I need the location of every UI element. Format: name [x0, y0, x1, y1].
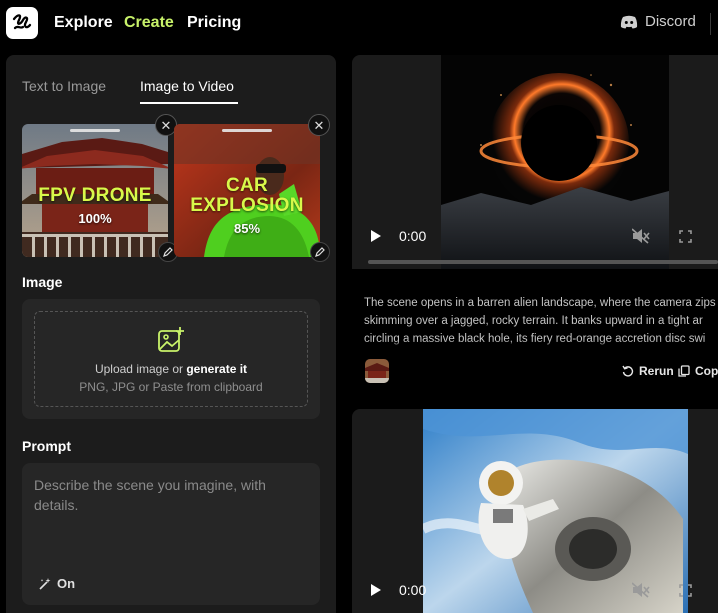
drag-handle[interactable]: [222, 129, 272, 132]
fullscreen-icon[interactable]: [679, 584, 692, 597]
copy-label: Copy: [695, 364, 718, 378]
video-player[interactable]: 0:00: [352, 409, 718, 613]
video-time: 0:00: [399, 228, 427, 244]
upload-instruction-text: Upload image or: [94, 362, 187, 376]
edit-preset-button[interactable]: [310, 242, 330, 262]
rerun-label: Rerun: [639, 364, 674, 378]
pencil-icon: [315, 247, 325, 257]
logo-icon: [12, 14, 32, 30]
play-icon[interactable]: [370, 583, 382, 597]
description-line: The scene opens in a barren alien landsc…: [364, 297, 716, 309]
upload-dropzone[interactable]: Upload image or generate it PNG, JPG or …: [34, 311, 308, 407]
close-icon: ✕: [313, 117, 325, 133]
image-upload-area[interactable]: Upload image or generate it PNG, JPG or …: [22, 299, 320, 419]
video-time: 0:00: [399, 582, 427, 598]
video-player[interactable]: 0:00: [352, 55, 718, 269]
prompt-input[interactable]: Describe the scene you imagine, with det…: [22, 463, 320, 605]
active-tab-indicator: [140, 102, 238, 104]
nav-create[interactable]: Create: [124, 14, 174, 32]
copy-icon: [678, 365, 690, 377]
thumbnail-pagoda-image: [365, 359, 389, 383]
discord-link[interactable]: Discord: [620, 13, 696, 30]
preset-percent: 85%: [233, 221, 261, 236]
source-image-thumbnail[interactable]: [365, 359, 389, 383]
upload-formats-hint: PNG, JPG or Paste from clipboard: [79, 380, 263, 394]
nav-divider: [710, 13, 711, 35]
discord-label: Discord: [645, 13, 696, 30]
add-image-icon: [158, 327, 184, 352]
close-icon: ✕: [160, 117, 172, 133]
image-section-label: Image: [22, 274, 63, 290]
preset-title-line2: EXPLOSION: [190, 195, 304, 216]
app-logo[interactable]: [6, 7, 38, 39]
upload-instruction: Upload image or generate it: [35, 362, 307, 376]
nav-explore[interactable]: Explore: [54, 14, 113, 32]
preset-title-line1: CAR: [225, 175, 269, 196]
rerun-button[interactable]: Rerun: [622, 364, 674, 378]
preset-title: FPV DRONE: [38, 185, 152, 206]
tab-text-to-image[interactable]: Text to Image: [22, 78, 106, 94]
generate-it-link[interactable]: generate it: [186, 362, 247, 376]
drag-handle[interactable]: [70, 129, 120, 132]
magic-wand-icon: [39, 577, 51, 590]
copy-button[interactable]: Copy: [678, 364, 718, 378]
mute-icon[interactable]: [632, 582, 650, 598]
description-line: skimming over a jagged, rocky terrain. I…: [364, 315, 703, 327]
top-navigation-bar: Explore Create Pricing Discord: [0, 0, 718, 48]
fullscreen-icon[interactable]: [679, 230, 692, 243]
enhance-state-label: On: [57, 576, 76, 591]
video-progress-bar[interactable]: [368, 260, 718, 264]
nav-pricing[interactable]: Pricing: [187, 14, 241, 32]
play-icon[interactable]: [370, 229, 382, 243]
prompt-enhance-toggle[interactable]: On: [38, 576, 75, 591]
prompt-placeholder: Describe the scene you imagine, with det…: [34, 477, 266, 513]
remove-preset-button[interactable]: ✕: [308, 114, 330, 136]
prompt-section-label: Prompt: [22, 438, 71, 454]
discord-icon: [620, 15, 638, 28]
tab-image-to-video[interactable]: Image to Video: [140, 78, 234, 94]
preset-card-fpv-drone[interactable]: FPV DRONE 100%: [22, 124, 168, 257]
pencil-icon: [163, 247, 173, 257]
preset-card-car-explosion[interactable]: CAR EXPLOSION 85%: [174, 124, 320, 257]
mute-icon[interactable]: [632, 228, 650, 244]
rerun-icon: [622, 365, 634, 377]
preset-percent: 100%: [78, 211, 112, 226]
create-panel: Text to Image Image to Video FPV DRONE 1…: [6, 55, 336, 613]
description-fade: [364, 340, 718, 352]
